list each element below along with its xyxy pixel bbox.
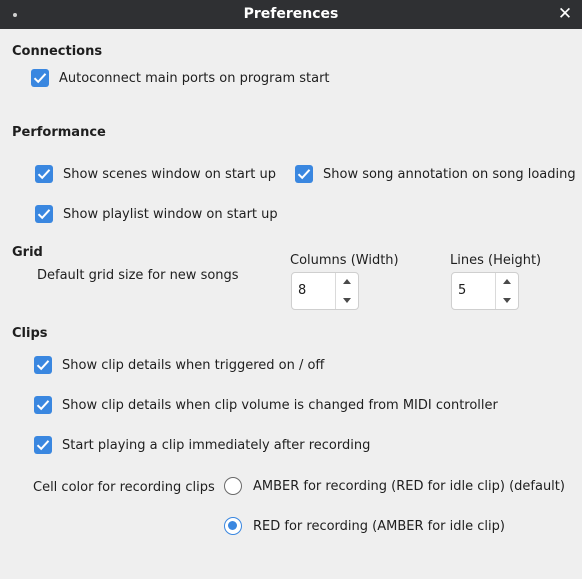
- show-scenes-checkbox[interactable]: [35, 165, 53, 183]
- columns-label: Columns (Width): [290, 253, 399, 268]
- checkmark-icon: [33, 73, 47, 84]
- grid-description: Default grid size for new songs: [37, 268, 239, 283]
- columns-spinbox[interactable]: 8: [291, 272, 359, 310]
- columns-increment-icon[interactable]: [336, 273, 358, 291]
- checkmark-icon: [297, 169, 311, 180]
- details-volume-label[interactable]: Show clip details when clip volume is ch…: [62, 398, 498, 413]
- amber-recording-label[interactable]: AMBER for recording (RED for idle clip) …: [253, 479, 565, 494]
- lines-decrement-icon[interactable]: [496, 291, 518, 309]
- lines-label: Lines (Height): [450, 253, 542, 268]
- show-annotation-label[interactable]: Show song annotation on song loading: [323, 167, 576, 182]
- play-after-record-label[interactable]: Start playing a clip immediately after r…: [62, 438, 370, 453]
- autoconnect-label[interactable]: Autoconnect main ports on program start: [59, 71, 330, 86]
- show-annotation-checkbox[interactable]: [295, 165, 313, 183]
- section-header-clips: Clips: [12, 326, 48, 341]
- play-after-record-checkbox[interactable]: [34, 436, 52, 454]
- close-icon[interactable]: ✕: [554, 3, 576, 25]
- show-playlist-label[interactable]: Show playlist window on start up: [63, 207, 278, 222]
- columns-value[interactable]: 8: [298, 283, 306, 298]
- lines-spinbox[interactable]: 5: [451, 272, 519, 310]
- checkmark-icon: [37, 209, 51, 220]
- title-bar: Preferences ✕: [0, 0, 582, 29]
- show-scenes-label[interactable]: Show scenes window on start up: [63, 167, 276, 182]
- lines-value[interactable]: 5: [458, 283, 466, 298]
- radio-selected-dot: [228, 521, 237, 530]
- details-triggered-label[interactable]: Show clip details when triggered on / of…: [62, 358, 324, 373]
- lines-spin-buttons: [495, 273, 518, 309]
- columns-decrement-icon[interactable]: [336, 291, 358, 309]
- autoconnect-checkbox[interactable]: [31, 69, 49, 87]
- checkmark-icon: [36, 360, 50, 371]
- details-triggered-checkbox[interactable]: [34, 356, 52, 374]
- lines-increment-icon[interactable]: [496, 273, 518, 291]
- section-header-performance: Performance: [12, 125, 106, 140]
- amber-recording-radio[interactable]: [224, 477, 242, 495]
- checkmark-icon: [36, 440, 50, 451]
- section-header-connections: Connections: [12, 44, 103, 59]
- show-playlist-checkbox[interactable]: [35, 205, 53, 223]
- checkmark-icon: [37, 169, 51, 180]
- section-header-grid: Grid: [12, 245, 43, 260]
- details-volume-checkbox[interactable]: [34, 396, 52, 414]
- red-recording-radio[interactable]: [224, 517, 242, 535]
- red-recording-label[interactable]: RED for recording (AMBER for idle clip): [253, 519, 505, 534]
- cell-color-label: Cell color for recording clips: [33, 480, 215, 495]
- checkmark-icon: [36, 400, 50, 411]
- window-title: Preferences: [243, 6, 339, 22]
- columns-spin-buttons: [335, 273, 358, 309]
